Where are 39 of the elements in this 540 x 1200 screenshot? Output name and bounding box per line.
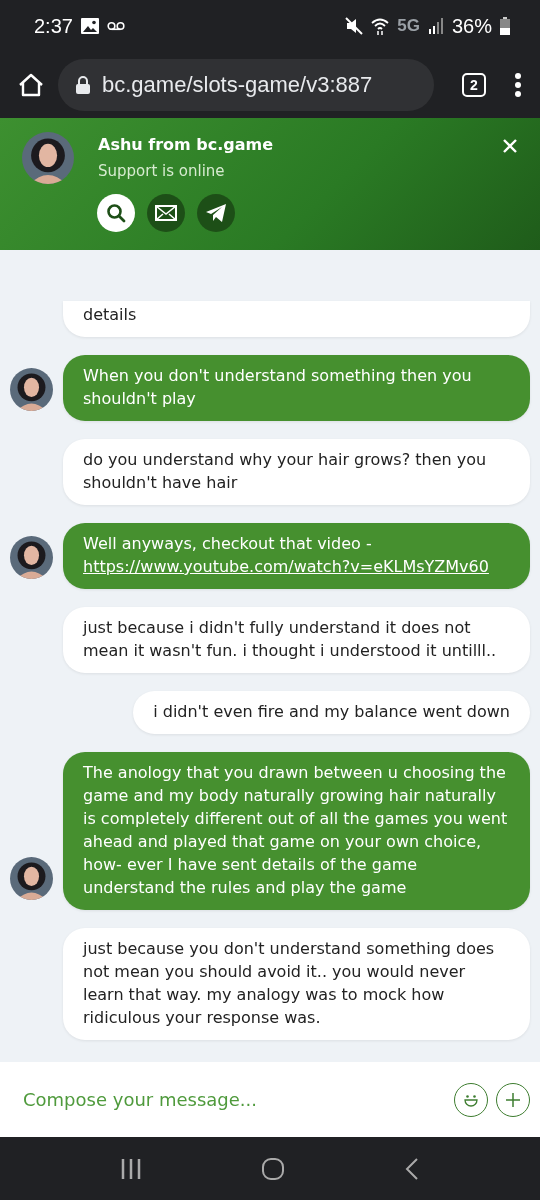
battery-percent: 36%	[451, 14, 492, 38]
menu-icon[interactable]	[514, 73, 522, 97]
battery-icon	[500, 17, 510, 35]
video-link[interactable]: https://www.youtube.com/watch?v=eKLMsYZMv60	[83, 557, 489, 576]
network-label: 5G	[397, 16, 420, 36]
plus-icon	[504, 1090, 522, 1109]
tab-switcher-button[interactable]: 2	[462, 73, 486, 97]
message-bubble: just because you don't understand something does not mean you should avoid it.. you would never learn that way. my analogy was to mock how ridiculous your response was.	[63, 928, 530, 1040]
mute-icon	[345, 17, 364, 35]
address-bar[interactable]: bc.game/slots-game/v3:887	[58, 59, 434, 111]
signal-icon	[427, 18, 444, 34]
mail-icon	[155, 205, 177, 221]
message-bubble: When you don't understand something then you shouldn't play	[63, 355, 530, 421]
recent-apps-icon[interactable]	[119, 1157, 142, 1180]
telegram-button[interactable]	[197, 194, 235, 232]
home-icon[interactable]	[18, 73, 44, 97]
agent-name: Ashu from bc.game	[98, 135, 274, 154]
image-icon	[80, 18, 99, 34]
agent-status: Support is online	[98, 162, 226, 180]
avatar	[10, 857, 53, 900]
mail-button[interactable]	[147, 194, 185, 232]
paper-plane-icon	[205, 203, 227, 223]
wifi-icon	[371, 17, 390, 35]
lock-icon	[76, 76, 90, 94]
search-button[interactable]	[97, 194, 135, 232]
avatar	[22, 132, 74, 184]
message-bubble: Well anyways, checkout that video - https://www.youtube.com/watch?v=eKLMsYZMv60	[63, 523, 530, 589]
avatar	[10, 368, 53, 411]
back-icon[interactable]	[404, 1156, 421, 1181]
home-button-icon[interactable]	[261, 1156, 285, 1181]
voicemail-icon	[106, 21, 125, 31]
message-bubble: just because i didn't fully understand it does not mean it wasn't fun. i thought i understood it untilll..	[63, 607, 530, 673]
clock: 2:37	[34, 14, 73, 38]
search-icon	[106, 203, 126, 223]
avatar	[10, 536, 53, 579]
message-bubble: The anology that you drawn between u choosing the game and my body naturally growing hair naturally is completely different out of all the games you went ahead and played that game on your own choice, how- ever I have sent details of the game understand the rules and play the game	[63, 752, 530, 910]
message-bubble: details	[63, 301, 530, 337]
message-bubble: do you understand why your hair grows? then you shouldn't have hair	[63, 439, 530, 505]
message-bubble: i didn't even fire and my balance went down	[133, 691, 530, 734]
